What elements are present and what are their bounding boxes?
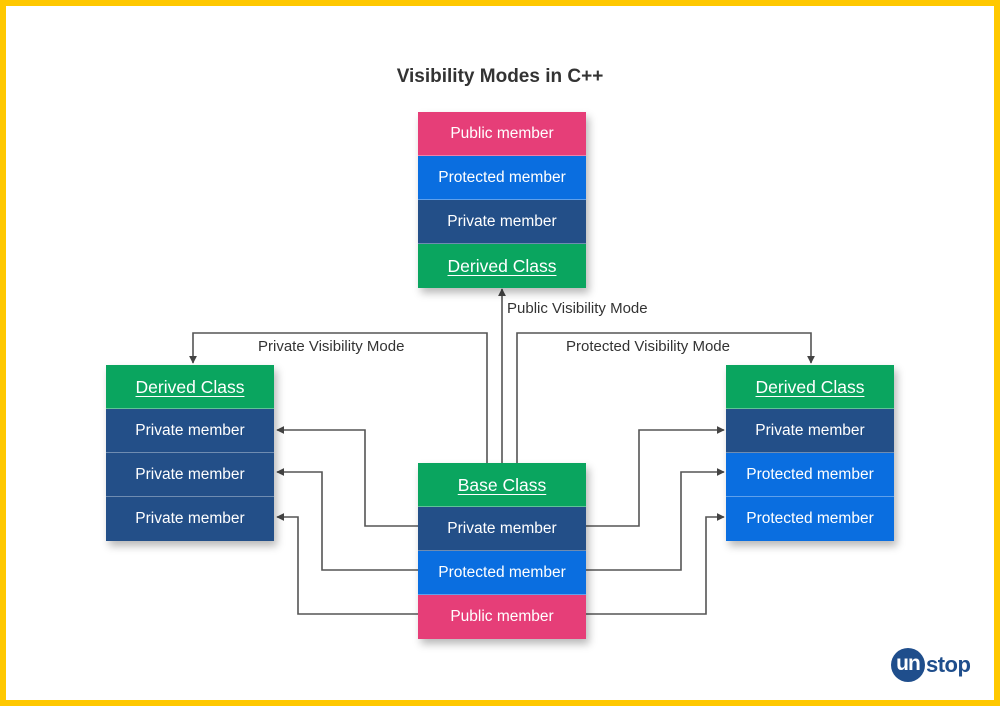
protected-member-row: Protected member	[418, 551, 586, 595]
public-member-row: Public member	[418, 112, 586, 156]
private-visibility-mode-label: Private Visibility Mode	[258, 338, 405, 355]
base-class-box: Base Class Private member Protected memb…	[418, 463, 586, 639]
protected-visibility-mode-label: Protected Visibility Mode	[566, 338, 730, 355]
protected-derived-class-box: Derived Class Private member Protected m…	[726, 365, 894, 541]
edge-private-to-private-r1	[586, 426, 725, 527]
private-member-row: Private member	[106, 409, 274, 453]
public-visibility-mode-label: Public Visibility Mode	[507, 300, 648, 317]
protected-member-row: Protected member	[726, 453, 894, 497]
class-header: Derived Class	[726, 365, 894, 409]
private-member-row: Private member	[418, 507, 586, 551]
protected-member-row: Protected member	[418, 156, 586, 200]
public-member-row: Public member	[418, 595, 586, 639]
edge-private-to-private-1	[276, 426, 418, 527]
edge-public-to-private-3	[276, 513, 418, 615]
public-derived-class-box: Public member Protected member Private m…	[418, 112, 586, 288]
private-member-row: Private member	[106, 497, 274, 541]
class-header: Derived Class	[418, 244, 586, 288]
protected-member-row: Protected member	[726, 497, 894, 541]
private-derived-class-box: Derived Class Private member Private mem…	[106, 365, 274, 541]
private-member-row: Private member	[418, 200, 586, 244]
edge-protected-to-protected-r2	[586, 468, 725, 571]
logo-text: stop	[926, 652, 971, 677]
class-header: Derived Class	[106, 365, 274, 409]
unstop-logo: un stop	[891, 648, 971, 682]
private-member-row: Private member	[726, 409, 894, 453]
class-header: Base Class	[418, 463, 586, 507]
logo-circle: un	[891, 648, 925, 682]
edge-public-to-protected-r3	[586, 513, 725, 615]
private-member-row: Private member	[106, 453, 274, 497]
